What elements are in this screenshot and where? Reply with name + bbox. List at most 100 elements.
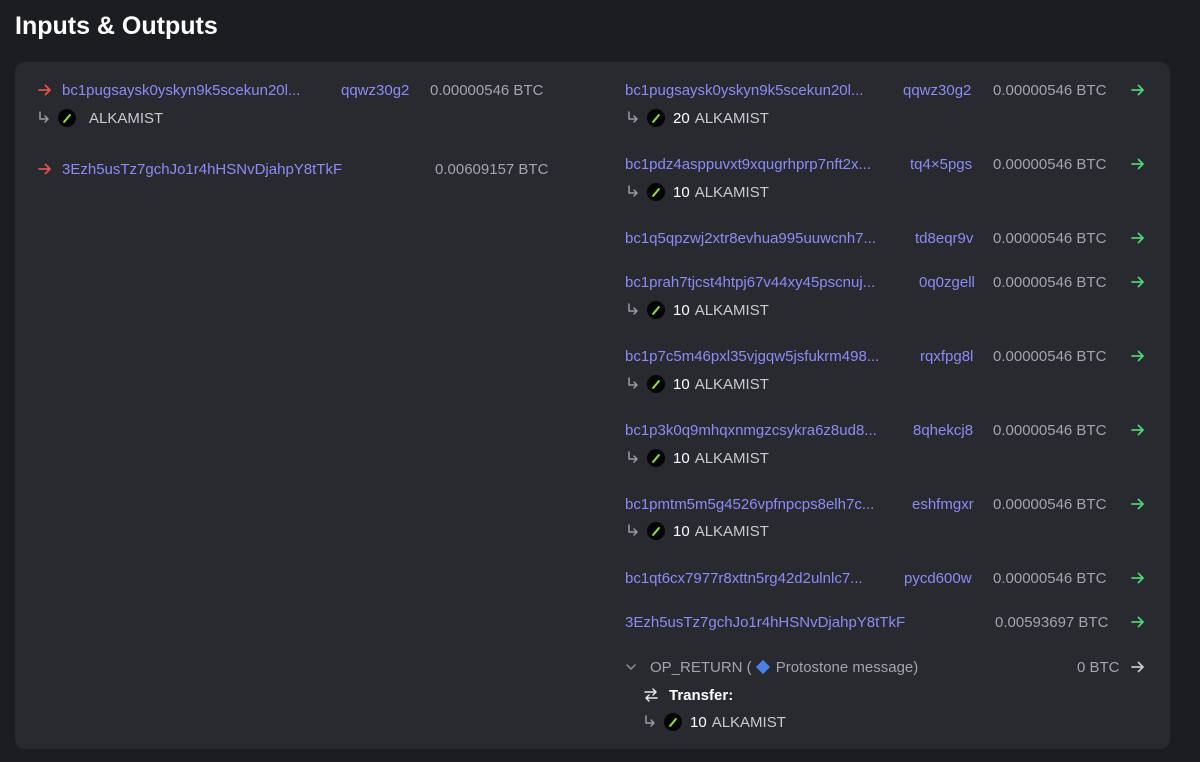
output-address-link[interactable]: bc1pdz4asppuvxt9xqugrhprp7nft2x... [625, 153, 871, 175]
op-return-label: OP_RETURN ( [650, 658, 752, 676]
alkamist-token-icon [647, 301, 665, 319]
input-address-tail[interactable]: qqwz30g2 [341, 79, 409, 101]
output-address-tail[interactable]: tq4×5pgs [910, 153, 972, 175]
output-amount: 0.00000546 BTC [993, 229, 1107, 247]
output-address-tail[interactable]: td8eqr9v [915, 227, 973, 249]
output-arrow-icon [1131, 498, 1144, 510]
output-address-tail[interactable]: eshfmgxr [912, 493, 974, 515]
output-amount: 0.00000546 BTC [993, 421, 1107, 439]
rune-quantity: 10 [673, 183, 690, 201]
output-arrow-icon [1131, 276, 1144, 288]
output-arrow-icon [1131, 84, 1144, 96]
rune-balance: ALKAMIST [37, 107, 163, 129]
alkamist-token-icon [647, 375, 665, 393]
rune-symbol: ALKAMIST [694, 522, 769, 540]
rune-balance: 10 ALKAMIST [626, 299, 769, 321]
transfer-heading: Transfer: [643, 684, 733, 706]
alkamist-token-icon [58, 109, 76, 127]
hook-arrow-icon [628, 185, 638, 197]
rune-symbol: ALKAMIST [89, 109, 164, 127]
input-amount: 0.00609157 BTC [435, 160, 549, 178]
output-arrow[interactable] [1130, 227, 1146, 249]
output-amount: 0.00000546 BTC [993, 495, 1107, 513]
op-return-amount: 0 BTC [1077, 658, 1120, 676]
output-address-link[interactable]: bc1pmtm5m5g4526vpfnpcps8elh7c... [625, 493, 874, 515]
rune-balance: 10 ALKAMIST [626, 520, 769, 542]
rune-quantity: 10 [673, 449, 690, 467]
output-amount: 0.00000546 BTC [993, 155, 1107, 173]
output-arrow[interactable] [1130, 79, 1146, 101]
output-arrow[interactable] [1130, 567, 1146, 589]
output-arrow-icon [1131, 232, 1144, 244]
input-row [37, 158, 53, 180]
output-arrow-icon [1131, 158, 1144, 170]
hook-arrow-icon [628, 524, 638, 536]
output-arrow[interactable] [1130, 345, 1146, 367]
output-amount: 0.00000546 BTC [993, 81, 1107, 99]
rune-quantity: 10 [673, 375, 690, 393]
output-arrow[interactable] [1130, 271, 1146, 293]
output-address-tail[interactable]: pycd600w [904, 567, 972, 589]
alkamist-token-icon [647, 522, 665, 540]
output-amount: 0.00593697 BTC [995, 613, 1109, 631]
op-return-toggle[interactable]: OP_RETURN ( Protostone message) [625, 656, 918, 678]
rune-quantity: 20 [673, 109, 690, 127]
rune-quantity: 10 [673, 522, 690, 540]
output-amount: 0.00000546 BTC [993, 273, 1107, 291]
transfer-label: Transfer: [669, 686, 734, 704]
alkamist-token-icon [664, 713, 682, 731]
protostone-diamond-icon [755, 659, 770, 675]
input-arrow-icon [38, 163, 51, 175]
hook-arrow-icon [628, 111, 638, 123]
input-arrow-icon [38, 84, 51, 96]
swap-arrows-icon [644, 688, 658, 702]
output-arrow[interactable] [1130, 419, 1146, 441]
output-arrow-icon [1131, 616, 1144, 628]
output-arrow[interactable] [1130, 153, 1146, 175]
alkamist-token-icon [647, 109, 665, 127]
section-title: Inputs & Outputs [15, 12, 218, 40]
rune-balance: 10 ALKAMIST [626, 373, 769, 395]
output-arrow-icon [1131, 424, 1144, 436]
output-arrow[interactable] [1130, 656, 1146, 678]
input-amount: 0.00000546 BTC [430, 81, 544, 99]
output-arrow-icon [1131, 572, 1144, 584]
output-amount: 0.00000546 BTC [993, 347, 1107, 365]
output-address-link[interactable]: bc1p3k0q9mhqxnmgzcsykra6z8ud8... [625, 419, 877, 441]
rune-symbol: ALKAMIST [711, 713, 786, 731]
hook-arrow-icon [628, 377, 638, 389]
rune-symbol: ALKAMIST [694, 109, 769, 127]
output-address-link[interactable]: 3Ezh5usTz7gchJo1r4hHSNvDjahpY8tTkF [625, 611, 905, 633]
output-address-tail[interactable]: rqxfpg8l [920, 345, 973, 367]
rune-symbol: ALKAMIST [694, 301, 769, 319]
alkamist-token-icon [647, 183, 665, 201]
output-address-tail[interactable]: qqwz30g2 [903, 79, 971, 101]
rune-symbol: ALKAMIST [694, 375, 769, 393]
output-arrow[interactable] [1130, 611, 1146, 633]
rune-symbol: ALKAMIST [694, 183, 769, 201]
input-address-link[interactable]: 3Ezh5usTz7gchJo1r4hHSNvDjahpY8tTkF [62, 158, 342, 180]
inputs-outputs-panel: bc1pugsaysk0yskyn9k5scekun20l... qqwz30g… [15, 62, 1170, 749]
rune-quantity: 10 [673, 301, 690, 319]
input-row [37, 79, 53, 101]
output-address-tail[interactable]: 0q0zgell [919, 271, 975, 293]
input-address-link[interactable]: bc1pugsaysk0yskyn9k5scekun20l... [62, 79, 300, 101]
alkamist-token-icon [647, 449, 665, 467]
output-address-link[interactable]: bc1qt6cx7977r8xttn5rg42d2ulnlc7... [625, 567, 863, 589]
chevron-down-icon [626, 664, 636, 670]
output-address-link[interactable]: bc1prah7tjcst4htpj67v44xy45pscnuj... [625, 271, 875, 293]
hook-arrow-icon [628, 451, 638, 463]
hook-arrow-icon [39, 111, 49, 123]
rune-balance: 10 ALKAMIST [626, 181, 769, 203]
output-address-link[interactable]: bc1q5qpzwj2xtr8evhua995uuwcnh7... [625, 227, 876, 249]
output-address-tail[interactable]: 8qhekcj8 [913, 419, 973, 441]
hook-arrow-icon [628, 303, 638, 315]
output-address-link[interactable]: bc1pugsaysk0yskyn9k5scekun20l... [625, 79, 863, 101]
rune-symbol: ALKAMIST [694, 449, 769, 467]
output-address-link[interactable]: bc1p7c5m46pxl35vjgqw5jsfukrm498... [625, 345, 879, 367]
rune-quantity: 10 [690, 713, 707, 731]
rune-balance: 10 ALKAMIST [643, 711, 786, 733]
output-arrow-icon [1131, 661, 1144, 673]
op-return-message: Protostone message) [775, 658, 919, 676]
output-arrow[interactable] [1130, 493, 1146, 515]
